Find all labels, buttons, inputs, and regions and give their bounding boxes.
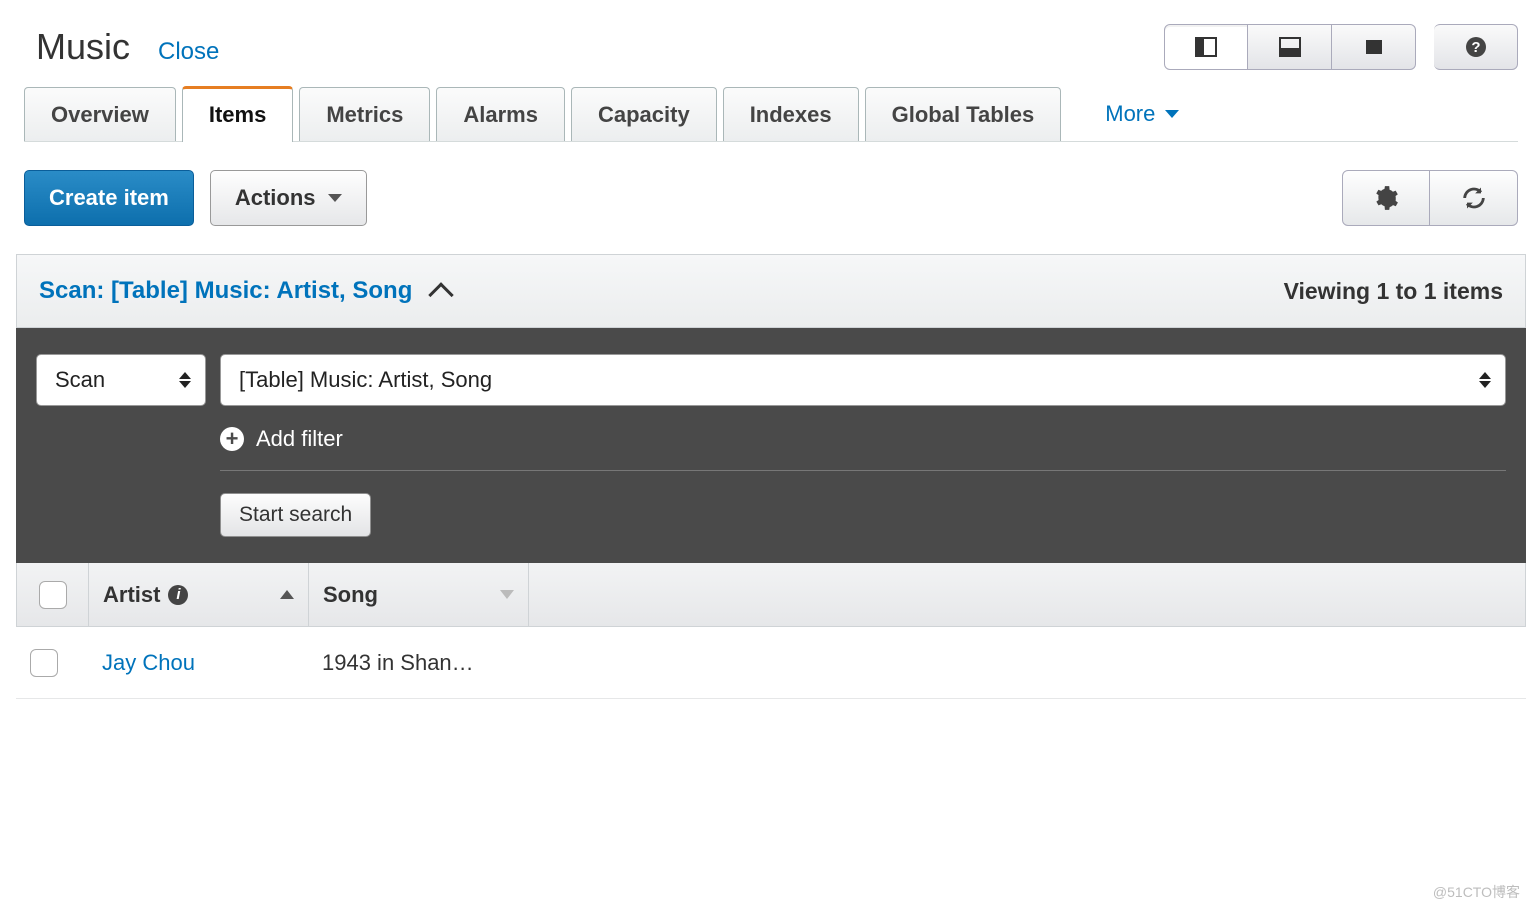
- chevron-up-icon: [429, 282, 454, 307]
- panel-full-icon: [1362, 35, 1386, 59]
- help-icon: ?: [1464, 35, 1488, 59]
- chevron-down-icon: [328, 194, 342, 202]
- view-bottom-panel-button[interactable]: [1248, 24, 1332, 70]
- column-song[interactable]: Song: [309, 563, 529, 626]
- panel-left-icon: [1194, 35, 1218, 59]
- row-checkbox[interactable]: [16, 649, 88, 677]
- scan-summary-text: Scan: [Table] Music: Artist, Song: [39, 277, 412, 305]
- refresh-icon: [1460, 184, 1488, 212]
- create-item-button[interactable]: Create item: [24, 170, 194, 226]
- svg-text:?: ?: [1471, 39, 1480, 56]
- start-search-button[interactable]: Start search: [220, 493, 371, 537]
- tabs-more[interactable]: More: [1105, 87, 1179, 141]
- scan-mode-value: Scan: [55, 367, 105, 393]
- viewing-count: Viewing 1 to 1 items: [1284, 278, 1503, 305]
- checkbox-icon: [30, 649, 58, 677]
- row-song-value: 1943 in Shan…: [308, 650, 528, 676]
- settings-button[interactable]: [1342, 170, 1430, 226]
- gear-icon: [1373, 185, 1399, 211]
- chevron-down-icon: [1165, 110, 1179, 118]
- add-filter-button[interactable]: + Add filter: [220, 406, 1506, 471]
- scan-panel: Scan [Table] Music: Artist, Song + Add f…: [16, 328, 1526, 563]
- tab-overview[interactable]: Overview: [24, 87, 176, 141]
- scan-summary-toggle[interactable]: Scan: [Table] Music: Artist, Song: [39, 277, 450, 305]
- info-icon: i: [168, 585, 188, 605]
- tabs: Overview Items Metrics Alarms Capacity I…: [24, 87, 1518, 142]
- select-arrows-icon: [1479, 372, 1491, 388]
- select-all-column[interactable]: [17, 563, 89, 626]
- view-full-panel-button[interactable]: [1332, 24, 1416, 70]
- scan-summary-bar: Scan: [Table] Music: Artist, Song Viewin…: [16, 254, 1526, 328]
- checkbox-icon: [39, 581, 67, 609]
- table-row: Jay Chou 1943 in Shan…: [16, 627, 1526, 699]
- tab-capacity[interactable]: Capacity: [571, 87, 717, 141]
- panel-bottom-icon: [1278, 35, 1302, 59]
- view-side-panel-button[interactable]: [1164, 24, 1248, 70]
- tab-global-tables[interactable]: Global Tables: [865, 87, 1062, 141]
- tab-metrics[interactable]: Metrics: [299, 87, 430, 141]
- tab-items[interactable]: Items: [182, 86, 293, 142]
- sort-inactive-icon: [500, 590, 514, 599]
- column-artist-label: Artist: [103, 582, 160, 608]
- row-artist-link[interactable]: Jay Chou: [88, 650, 308, 676]
- items-toolbar: Create item Actions: [24, 142, 1518, 254]
- create-item-label: Create item: [49, 185, 169, 211]
- view-mode-toolbar: ?: [1164, 24, 1518, 70]
- refresh-button[interactable]: [1430, 170, 1518, 226]
- watermark: @51CTO博客: [1433, 882, 1520, 902]
- page-title: Music: [36, 26, 130, 68]
- sort-asc-icon: [280, 590, 294, 599]
- table-header: Artist i Song: [16, 563, 1526, 627]
- column-artist[interactable]: Artist i: [89, 563, 309, 626]
- tabs-more-label: More: [1105, 101, 1155, 127]
- plus-circle-icon: +: [220, 427, 244, 451]
- actions-dropdown[interactable]: Actions: [210, 170, 367, 226]
- close-link[interactable]: Close: [158, 38, 219, 66]
- help-button[interactable]: ?: [1434, 24, 1518, 70]
- scan-mode-select[interactable]: Scan: [36, 354, 206, 406]
- tab-indexes[interactable]: Indexes: [723, 87, 859, 141]
- scan-table-value: [Table] Music: Artist, Song: [239, 367, 492, 393]
- page-header: Music Close ?: [24, 0, 1518, 75]
- tab-alarms[interactable]: Alarms: [436, 87, 565, 141]
- scan-table-select[interactable]: [Table] Music: Artist, Song: [220, 354, 1506, 406]
- actions-label: Actions: [235, 185, 316, 211]
- column-song-label: Song: [323, 582, 378, 608]
- add-filter-label: Add filter: [256, 426, 343, 452]
- select-arrows-icon: [179, 372, 191, 388]
